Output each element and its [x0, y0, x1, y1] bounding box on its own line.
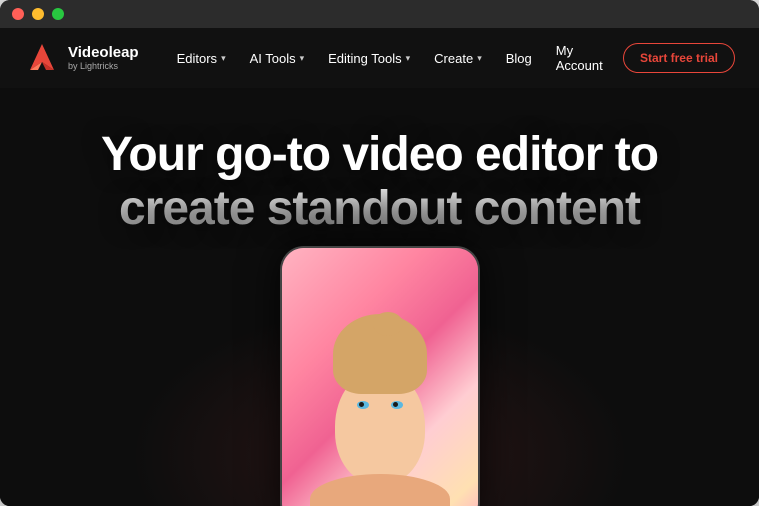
- hero-title-line1: Your go-to video editor to: [101, 128, 658, 181]
- create-chevron-icon: ▾: [477, 53, 482, 64]
- blog-label: Blog: [506, 51, 532, 66]
- nav-item-editors[interactable]: Editors ▾: [167, 45, 236, 72]
- logo-text: Videoleap by Lightricks: [68, 45, 139, 72]
- start-free-trial-button[interactable]: Start free trial: [623, 43, 735, 73]
- hero-title: Your go-to video editor to create stando…: [101, 128, 658, 236]
- ai-tools-label: AI Tools: [250, 51, 296, 66]
- nav-item-blog[interactable]: Blog: [496, 45, 542, 72]
- phone-mockup: [280, 246, 480, 506]
- browser-content: Videoleap by Lightricks Editors ▾ AI Too…: [0, 28, 759, 506]
- minimize-button[interactable]: [32, 8, 44, 20]
- navbar: Videoleap by Lightricks Editors ▾ AI Too…: [0, 28, 759, 88]
- nav-item-ai-tools[interactable]: AI Tools ▾: [240, 45, 315, 72]
- ai-tools-chevron-icon: ▾: [300, 53, 305, 64]
- hero-section: Your go-to video editor to create stando…: [0, 88, 759, 506]
- editors-label: Editors: [177, 51, 217, 66]
- logo-name: Videoleap: [68, 45, 139, 62]
- videoleap-logo-icon: [24, 40, 60, 76]
- logo-area[interactable]: Videoleap by Lightricks: [24, 40, 139, 76]
- shoulders: [310, 474, 450, 506]
- maximize-button[interactable]: [52, 8, 64, 20]
- logo-subtitle: by Lightricks: [68, 61, 139, 71]
- right-eye: [391, 401, 403, 409]
- editing-tools-label: Editing Tools: [328, 51, 401, 66]
- eyes: [357, 401, 403, 409]
- account-label: My Account: [556, 43, 603, 73]
- cta-label: Start free trial: [640, 51, 718, 65]
- nav-item-create[interactable]: Create ▾: [424, 45, 492, 72]
- editing-tools-chevron-icon: ▾: [406, 53, 411, 64]
- nav-item-editing-tools[interactable]: Editing Tools ▾: [318, 45, 420, 72]
- nav-item-account[interactable]: My Account: [546, 37, 615, 79]
- create-label: Create: [434, 51, 473, 66]
- hero-title-line2: create standout content: [101, 182, 658, 236]
- left-eye: [357, 401, 369, 409]
- title-bar: [0, 0, 759, 28]
- person-figure: [315, 304, 445, 506]
- phone-screen: [282, 248, 478, 506]
- nav-links: Editors ▾ AI Tools ▾ Editing Tools ▾ Cre…: [167, 37, 615, 79]
- hair-bun: [373, 312, 403, 336]
- close-button[interactable]: [12, 8, 24, 20]
- editors-chevron-icon: ▾: [221, 53, 226, 64]
- browser-window: Videoleap by Lightricks Editors ▾ AI Too…: [0, 0, 759, 506]
